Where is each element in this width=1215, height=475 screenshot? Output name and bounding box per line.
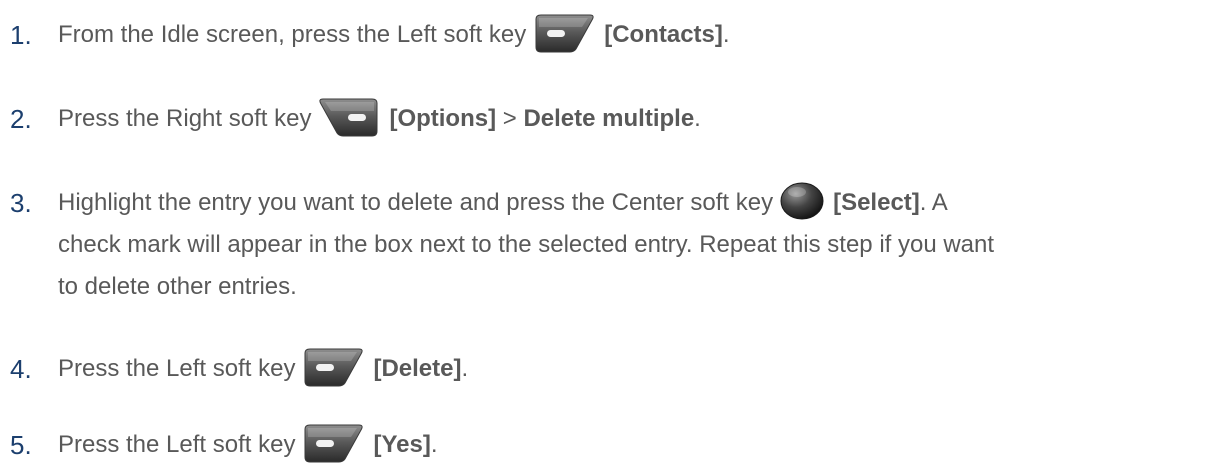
step-punctuation: .	[722, 21, 730, 48]
right-soft-key-icon	[317, 97, 381, 137]
step-2: 2. Press the Right soft key [Options] > D…	[10, 98, 1210, 140]
menu-separator: >	[502, 105, 517, 132]
step-text: Press the Left soft key [Delete].	[58, 348, 1210, 390]
key-label: [Select]	[833, 189, 920, 216]
left-soft-key-icon	[301, 347, 365, 387]
step-punctuation: .	[430, 431, 438, 458]
step-text: Press the Left soft key [Yes].	[58, 424, 1210, 466]
step-instruction: Press the Right soft key	[58, 105, 312, 132]
step-text: From the Idle screen, press the Left sof…	[58, 14, 1210, 56]
key-label: [Yes]	[373, 431, 431, 458]
step-4: 4. Press the Left soft key [Delete].	[10, 348, 1210, 390]
step-punctuation: .	[694, 105, 701, 132]
step-instruction: From the Idle screen, press the Left sof…	[58, 21, 527, 48]
step-text: Press the Right soft key [Options] > Dele…	[58, 98, 1210, 140]
step-5: 5. Press the Left soft key [Yes].	[10, 424, 1210, 466]
step-1: 1. From the Idle screen, press the Left …	[10, 14, 1210, 56]
step-instruction: Press the Left soft key	[58, 355, 296, 382]
menu-item-label: Delete multiple	[523, 105, 695, 132]
key-label: [Options]	[389, 105, 497, 132]
step-number: 5.	[10, 430, 32, 460]
step-continuation: . A	[919, 189, 948, 216]
step-instruction: Highlight the entry you want to delete a…	[58, 189, 774, 216]
step-number: 1.	[10, 20, 32, 50]
step-detail: to delete other entries.	[58, 273, 297, 300]
step-number: 3.	[10, 188, 32, 218]
key-label: [Delete]	[373, 355, 462, 382]
step-number: 4.	[10, 354, 32, 384]
step-3: 3. Highlight the entry you want to delet…	[10, 182, 1210, 308]
step-number: 2.	[10, 104, 32, 134]
step-instruction: Press the Left soft key	[58, 431, 296, 458]
left-soft-key-icon	[301, 423, 365, 463]
center-soft-key-icon	[779, 181, 825, 221]
left-soft-key-icon	[532, 13, 596, 53]
step-detail: check mark will appear in the box next t…	[58, 231, 995, 258]
key-label: [Contacts]	[604, 21, 723, 48]
step-text: Highlight the entry you want to delete a…	[58, 182, 1210, 308]
step-punctuation: .	[461, 355, 469, 382]
